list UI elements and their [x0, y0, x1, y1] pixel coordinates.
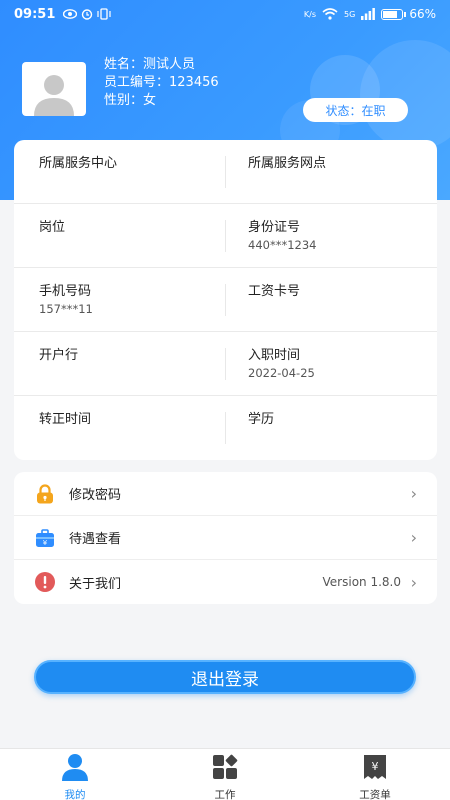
info-field: 身份证号 440***1234: [248, 216, 316, 252]
alarm-icon: [82, 9, 93, 20]
info-field: 手机号码 157***11: [39, 280, 93, 316]
info-field: 转正时间: [39, 408, 91, 430]
info-row: 手机号码 157***11 工资卡号: [14, 268, 437, 332]
profile-gender: 性别：女: [104, 93, 157, 108]
decor-bubble: [360, 40, 450, 150]
info-field: 所属服务网点: [248, 152, 326, 174]
divider: [225, 284, 226, 316]
info-field: 工资卡号: [248, 280, 300, 302]
info-value: 157***11: [39, 302, 93, 316]
info-label: 所属服务中心: [39, 156, 118, 171]
info-row: 所属服务中心 所属服务网点: [14, 140, 437, 204]
signal-icon: [361, 8, 376, 20]
menu-item-change-password[interactable]: 修改密码 ›: [14, 472, 437, 516]
info-row: 岗位 身份证号 440***1234: [14, 204, 437, 268]
user-icon: [62, 754, 88, 781]
lock-icon: [37, 483, 53, 503]
info-value: 440***1234: [248, 238, 317, 252]
divider: [225, 412, 226, 444]
menu-label: 待遇查看: [69, 532, 122, 547]
info-card: 所属服务中心 所属服务网点 岗位 身份证号 440***1234 手机号码 15…: [14, 140, 437, 460]
info-field: 岗位: [39, 216, 65, 238]
vibrate-icon: [97, 8, 111, 20]
info-field: 所属服务中心: [39, 152, 117, 174]
tab-payslip[interactable]: ¥ 工资单: [335, 753, 415, 800]
menu-item-benefits[interactable]: ¥ 待遇查看 ›: [14, 516, 437, 560]
tab-label: 我的: [64, 789, 86, 800]
menu-label: 关于我们: [69, 576, 122, 592]
profile-name: 姓名：测试人员: [104, 57, 196, 72]
bottom-nav: 我的 工作 ¥ 工资单: [0, 748, 450, 800]
tab-mine[interactable]: 我的: [35, 753, 115, 800]
tab-label: 工资单: [359, 789, 391, 800]
svg-text:¥: ¥: [372, 760, 379, 773]
battery-icon: [381, 8, 407, 20]
info-label: 手机号码: [39, 284, 92, 299]
info-row: 开户行 入职时间 2022-04-25: [14, 332, 437, 396]
avatar[interactable]: [22, 62, 86, 116]
logout-button[interactable]: 退出登录: [34, 660, 416, 694]
info-field: 入职时间 2022-04-25: [248, 344, 315, 380]
info-label: 身份证号: [248, 220, 301, 235]
payslip-icon: ¥: [364, 755, 386, 779]
tab-label: 工作: [214, 789, 236, 800]
svg-text:¥: ¥: [43, 539, 48, 547]
info-row: 转正时间 学历: [14, 396, 437, 460]
menu-label: 修改密码: [69, 488, 122, 503]
grid-icon: [213, 754, 238, 779]
status-bar: 09:51 K/s 5G 66%: [0, 0, 450, 28]
divider: [225, 348, 226, 380]
net-speed: K/s: [303, 9, 317, 19]
status-badge: 状态：在职: [303, 98, 408, 122]
profile-employee-no: 员工编号：123456: [104, 75, 219, 90]
profile-info: 姓名：测试人员 员工编号：123456 性别：女: [104, 56, 219, 110]
briefcase-icon: ¥: [36, 528, 54, 547]
chevron-right-icon: ›: [410, 572, 417, 592]
divider: [225, 220, 226, 252]
chevron-right-icon: ›: [410, 484, 417, 503]
info-label: 转正时间: [39, 412, 92, 427]
version-text: Version 1.8.0: [322, 575, 401, 589]
info-label: 入职时间: [248, 348, 301, 363]
eye-icon: [63, 9, 78, 19]
battery-percent: 66%: [409, 7, 436, 21]
chevron-right-icon: ›: [410, 528, 417, 547]
status-time: 09:51: [14, 6, 56, 22]
info-label: 岗位: [39, 220, 66, 235]
info-field: 学历: [248, 408, 274, 430]
info-label: 开户行: [39, 348, 79, 363]
info-field: 开户行: [39, 344, 78, 366]
menu-card: 修改密码 › ¥ 待遇查看 › 关于我们 Version 1.8.0 ›: [14, 472, 437, 604]
tab-work[interactable]: 工作: [185, 753, 265, 800]
divider: [225, 156, 226, 188]
network-type: 5G: [344, 9, 356, 19]
wifi-icon: [322, 8, 338, 20]
info-label: 所属服务网点: [248, 156, 327, 171]
person-placeholder-icon: [34, 75, 74, 116]
info-icon: [35, 572, 55, 592]
info-label: 学历: [248, 412, 275, 427]
info-value: 2022-04-25: [248, 366, 315, 380]
menu-item-about-us[interactable]: 关于我们 Version 1.8.0 ›: [14, 560, 437, 604]
info-label: 工资卡号: [248, 284, 301, 299]
